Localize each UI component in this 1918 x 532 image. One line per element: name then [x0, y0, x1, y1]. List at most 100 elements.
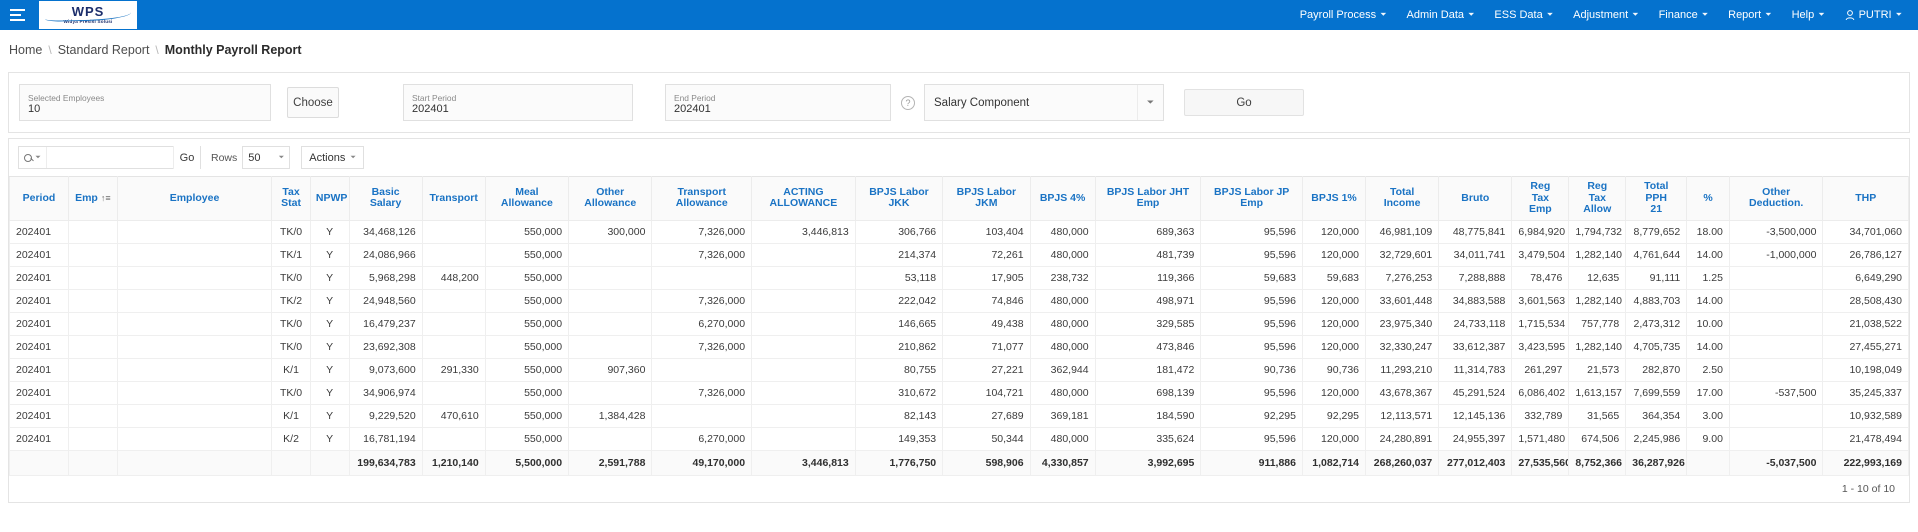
breadcrumb-home[interactable]: Home — [9, 43, 42, 57]
cell-bpjs_1: 120,000 — [1301, 311, 1367, 336]
cell-acting_allow — [751, 426, 856, 451]
total-cell-other_allow: 2,591,788 — [568, 449, 653, 476]
column-header-thp[interactable]: THP — [1822, 176, 1909, 221]
column-header-transp_allow[interactable]: Transport Allowance — [651, 176, 753, 221]
column-header-pct[interactable]: % — [1686, 176, 1730, 221]
chevron-down-icon: ⏷ — [1895, 10, 1902, 19]
nav-item-adjustment[interactable]: Adjustment ⏷ — [1563, 9, 1648, 21]
cell-tax_stat: K/1 — [271, 357, 311, 382]
choose-button[interactable]: Choose — [287, 87, 339, 118]
column-header-bruto[interactable]: Bruto — [1438, 176, 1513, 221]
cell-thp: 35,245,337 — [1822, 380, 1909, 405]
table-row[interactable]: 202401 K/2 Y 16,781,194 550,000 6,270,000 149,… — [9, 426, 1909, 451]
breadcrumb-standard-report[interactable]: Standard Report — [58, 43, 150, 57]
help-icon[interactable]: ? — [901, 95, 915, 110]
start-period-field[interactable]: Start Period 202401 — [403, 84, 633, 121]
table-row[interactable]: 202401 K/1 Y 9,073,600 291,330 550,000 907,360… — [9, 357, 1909, 382]
start-period-value: 202401 — [412, 102, 449, 115]
total-cell-bpjs_jht_emp: 3,992,695 — [1094, 449, 1202, 476]
column-header-reg_tax_emp[interactable]: Reg Tax Emp — [1511, 176, 1570, 221]
filter-row: Selected Employees 10 Choose Start Perio… — [9, 73, 1909, 132]
app-logo[interactable]: WPS Widya Presisi Solusi — [39, 1, 137, 29]
search-icon[interactable]: ⏷ — [19, 147, 47, 168]
chevron-down-icon: ⏷ — [278, 153, 285, 161]
table-row[interactable]: 202401 TK/0 Y 34,468,126 550,000 300,000 7,326… — [9, 219, 1909, 244]
column-header-period[interactable]: Period — [9, 176, 69, 221]
column-header-tax_stat[interactable]: Tax Stat — [271, 176, 311, 221]
rows-per-page-select[interactable]: 50 ⏷ — [242, 146, 291, 169]
table-row[interactable]: 202401 TK/0 Y 23,692,308 550,000 7,326,000 210… — [9, 334, 1909, 359]
cell-other_allow: 907,360 — [568, 357, 653, 382]
go-button[interactable]: Go — [1184, 89, 1304, 116]
column-header-other_allow[interactable]: Other Allowance — [568, 176, 653, 221]
cell-basic_salary: 9,229,520 — [348, 403, 423, 428]
column-header-total_income[interactable]: Total Income — [1365, 176, 1440, 221]
hamburger-menu-icon[interactable] — [0, 0, 34, 30]
user-menu[interactable]: PUTRI ⏷ — [1835, 9, 1912, 21]
column-header-label: NPWP — [315, 191, 348, 204]
nav-item-finance[interactable]: Finance ⏷ — [1649, 9, 1719, 21]
column-header-emp[interactable]: Emp ↑≡ — [67, 176, 118, 221]
search-input[interactable] — [47, 147, 173, 168]
table-row[interactable]: 202401 TK/2 Y 24,948,560 550,000 7,326,000 222… — [9, 288, 1909, 313]
table-row[interactable]: 202401 TK/0 Y 16,479,237 550,000 6,270,000 146… — [9, 311, 1909, 336]
cell-bpjs_jht_emp: 473,846 — [1094, 334, 1202, 359]
cell-basic_salary: 9,073,600 — [348, 357, 423, 382]
column-header-npwp[interactable]: NPWP — [309, 176, 350, 221]
table-row[interactable]: 202401 TK/1 Y 24,086,966 550,000 7,326,000 214… — [9, 242, 1909, 267]
sort-ascending-icon[interactable]: ↑≡ — [101, 193, 111, 205]
nav-item-ess-data[interactable]: ESS Data ⏷ — [1484, 9, 1563, 21]
nav-item-help[interactable]: Help ⏷ — [1782, 9, 1835, 21]
cell-bpjs_4: 362,944 — [1029, 357, 1096, 382]
table-row[interactable]: 202401 TK/0 Y 5,968,298 448,200 550,000 53,118… — [9, 265, 1909, 290]
nav-item-payroll-process[interactable]: Payroll Process ⏷ — [1290, 9, 1397, 21]
salary-component-select[interactable]: Salary Component ⏷ — [924, 84, 1164, 121]
column-header-bpjs_jp_emp[interactable]: BPJS Labor JP Emp — [1200, 176, 1303, 221]
column-header-total_pph21[interactable]: Total PPH 21 — [1625, 176, 1688, 221]
cell-tax_stat: TK/2 — [271, 288, 311, 313]
cell-other_deduct — [1728, 357, 1824, 382]
column-header-transport[interactable]: Transport — [421, 176, 486, 221]
cell-total_pph21: 4,883,703 — [1625, 288, 1688, 313]
cell-bpjs_jkk: 210,862 — [854, 334, 944, 359]
selected-employees-field[interactable]: Selected Employees 10 — [19, 84, 271, 121]
total-cell-meal_allow: 5,500,000 — [484, 449, 570, 476]
nav-label: Report — [1728, 9, 1762, 21]
nav-item-report[interactable]: Report ⏷ — [1718, 9, 1781, 21]
cell-bpjs_1: 92,295 — [1301, 403, 1367, 428]
cell-other_allow — [568, 334, 653, 359]
actions-button[interactable]: Actions ⏷ — [301, 146, 364, 169]
cell-bpjs_jkk: 306,766 — [854, 219, 944, 244]
column-header-acting_allow[interactable]: ACTING ALLOWANCE — [751, 176, 856, 221]
cell-total_income: 33,601,448 — [1365, 288, 1440, 313]
end-period-field[interactable]: End Period 202401 — [665, 84, 891, 121]
cell-other_deduct — [1728, 334, 1824, 359]
column-header-other_deduct[interactable]: Other Deduction. — [1728, 176, 1824, 221]
cell-employee — [116, 426, 273, 451]
total-cell-employee — [116, 449, 273, 476]
cell-npwp: Y — [309, 334, 350, 359]
column-header-employee[interactable]: Employee — [116, 176, 273, 221]
search-go-button[interactable]: Go — [173, 146, 200, 169]
cell-transp_allow: 7,326,000 — [651, 288, 753, 313]
column-header-reg_tax_allow[interactable]: Reg Tax Allow — [1568, 176, 1627, 221]
cell-reg_tax_allow: 1,282,140 — [1568, 288, 1627, 313]
report-table-container[interactable]: Period Emp ↑≡ Employee Tax Stat NPWP Basic Sala… — [9, 176, 1909, 476]
nav-item-admin-data[interactable]: Admin Data ⏷ — [1397, 9, 1485, 21]
breadcrumb-separator: \ — [48, 43, 52, 57]
table-row[interactable]: 202401 TK/0 Y 34,906,974 550,000 7,326,000 310… — [9, 380, 1909, 405]
column-header-meal_allow[interactable]: Meal Allowance — [484, 176, 570, 221]
column-header-bpjs_4[interactable]: BPJS 4% — [1029, 176, 1096, 221]
cell-bpjs_jkm: 71,077 — [942, 334, 1031, 359]
column-header-bpjs_jkk[interactable]: BPJS Labor JKK — [854, 176, 944, 221]
cell-total_pph21: 282,870 — [1625, 357, 1688, 382]
column-header-basic_salary[interactable]: Basic Salary — [348, 176, 423, 221]
table-row[interactable]: 202401 K/1 Y 9,229,520 470,610 550,000 1,384,4… — [9, 403, 1909, 428]
end-period-label: End Period — [674, 92, 716, 103]
cell-bpjs_4: 480,000 — [1029, 426, 1096, 451]
column-header-bpjs_jht_emp[interactable]: BPJS Labor JHT Emp — [1094, 176, 1202, 221]
column-header-bpjs_jkm[interactable]: BPJS Labor JKM — [942, 176, 1031, 221]
cell-bpjs_jp_emp: 95,596 — [1200, 380, 1303, 405]
cell-period: 202401 — [9, 334, 69, 359]
column-header-bpjs_1[interactable]: BPJS 1% — [1301, 176, 1367, 221]
